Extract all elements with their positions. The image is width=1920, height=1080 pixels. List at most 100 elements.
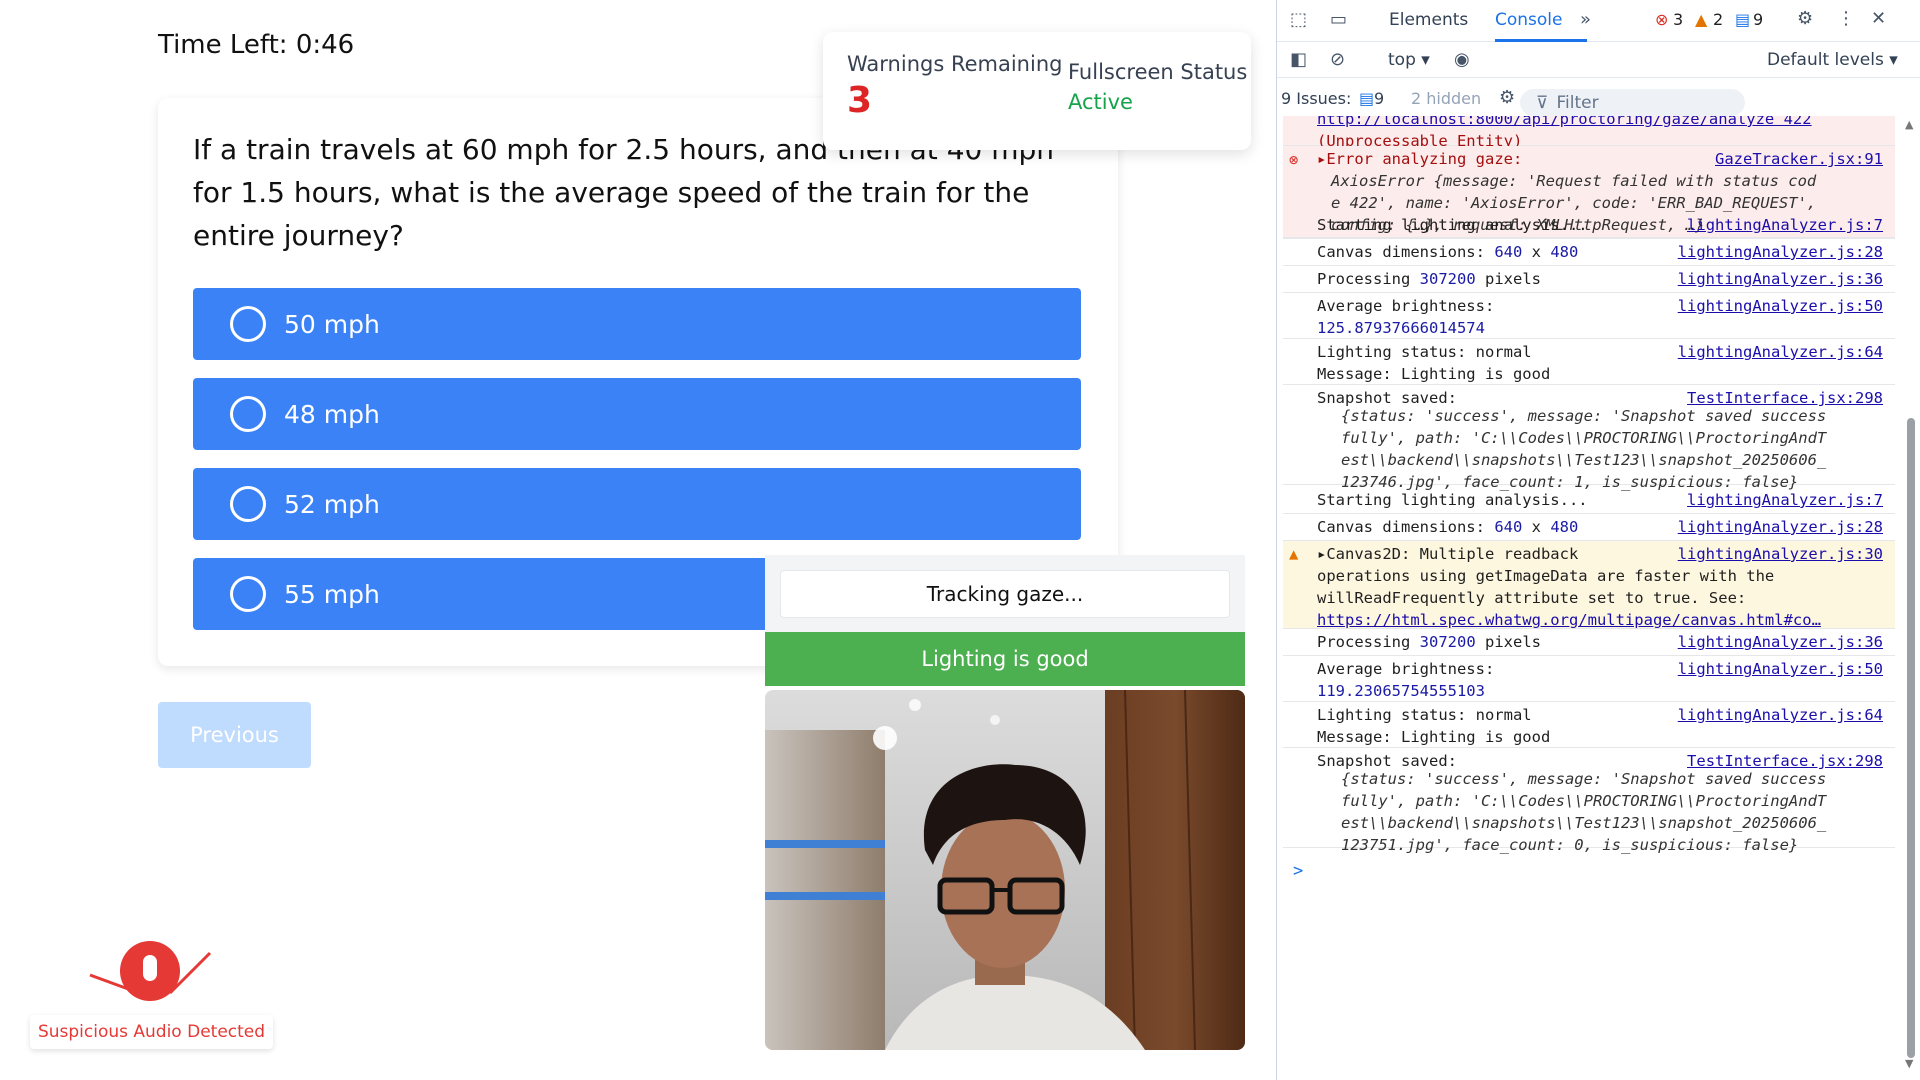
kebab-menu-icon[interactable]: ⋮	[1837, 9, 1855, 29]
expand-icon[interactable]: ▸	[1317, 545, 1326, 563]
source-link[interactable]: lightingAnalyzer.js:64	[1678, 704, 1883, 726]
chevron-down-icon: ▾	[1889, 50, 1898, 70]
message-number: 640	[1494, 518, 1523, 536]
object-preview: 123751.jpg', face_count: 0, is_suspiciou…	[1341, 836, 1799, 854]
message-text: Processing	[1317, 270, 1420, 288]
error-icon: ⊗	[1289, 151, 1299, 169]
radio-icon[interactable]	[230, 486, 266, 522]
message-number: 307200	[1419, 633, 1476, 651]
webcam-image	[765, 690, 1245, 1050]
radio-icon[interactable]	[230, 576, 266, 612]
option-50-mph[interactable]: 50 mph	[193, 288, 1081, 360]
source-link[interactable]: lightingAnalyzer.js:7	[1687, 214, 1883, 236]
log-levels-value: Default levels	[1767, 50, 1884, 70]
source-link[interactable]: lightingAnalyzer.js:36	[1678, 268, 1883, 290]
object-preview: est\\backend\\snapshots\\Test123\\snapsh…	[1341, 814, 1827, 832]
gaze-status: Tracking gaze...	[780, 570, 1230, 618]
error-count: 3	[1673, 10, 1684, 29]
source-link[interactable]: TestInterface.jsx:298	[1687, 387, 1883, 409]
message-text: Error analyzing gaze:	[1326, 150, 1523, 168]
device-toolbar-icon[interactable]: ▭	[1330, 10, 1347, 30]
message-text: Starting lighting analysis...	[1317, 216, 1588, 234]
console-prompt[interactable]: >	[1293, 860, 1303, 882]
console-message: Processing 307200 pixels lightingAnalyze…	[1283, 629, 1895, 656]
message-text: Canvas dimensions:	[1317, 518, 1495, 536]
console-scrollbar[interactable]: ▲ ▼	[1904, 118, 1918, 1070]
message-count-icon[interactable]: ▤	[1735, 10, 1750, 29]
source-link[interactable]: lightingAnalyzer.js:50	[1678, 295, 1883, 317]
console-message: Lighting status: normal Message: Lightin…	[1283, 339, 1895, 385]
radio-icon[interactable]	[230, 306, 266, 342]
close-devtools-icon[interactable]: ✕	[1871, 9, 1886, 29]
console-message: Lighting status: normal Message: Lightin…	[1283, 702, 1895, 748]
message-number: 307200	[1419, 270, 1476, 288]
log-levels-select[interactable]: Default levels ▾	[1767, 50, 1898, 70]
source-link[interactable]: lightingAnalyzer.js:7	[1687, 489, 1883, 511]
scroll-down-icon[interactable]: ▼	[1905, 1057, 1913, 1070]
spec-link[interactable]: https://html.spec.whatwg.org/multipage/c…	[1317, 609, 1885, 631]
fullscreen-status: Active	[1068, 90, 1133, 114]
request-url[interactable]: http://localhost:8000/api/proctoring/gaz…	[1317, 116, 1885, 130]
message-number: 480	[1550, 518, 1579, 536]
audio-alert-label: Suspicious Audio Detected	[30, 1015, 273, 1049]
message-number: 480	[1550, 243, 1579, 261]
audio-alert: Suspicious Audio Detected	[30, 935, 273, 1049]
previous-button[interactable]: Previous	[158, 702, 311, 768]
message-text: willReadFrequently attribute set to true…	[1317, 589, 1747, 607]
message-text: Canvas dimensions:	[1317, 243, 1495, 261]
issues-count[interactable]: 9	[1374, 89, 1384, 108]
radio-icon[interactable]	[230, 396, 266, 432]
scroll-thumb[interactable]	[1907, 418, 1915, 1058]
message-text: Processing	[1317, 633, 1420, 651]
source-link[interactable]: lightingAnalyzer.js:28	[1678, 241, 1883, 263]
warning-icon: ▲	[1289, 545, 1299, 563]
console-message: http://localhost:8000/api/proctoring/gaz…	[1283, 116, 1895, 150]
scroll-up-icon[interactable]: ▲	[1905, 118, 1913, 131]
source-link[interactable]: lightingAnalyzer.js:64	[1678, 341, 1883, 363]
tab-elements[interactable]: Elements	[1389, 10, 1468, 30]
context-select[interactable]: top ▾	[1388, 50, 1430, 70]
error-count-icon[interactable]: ⊗	[1655, 10, 1668, 29]
option-label: 52 mph	[284, 489, 380, 519]
message-text: x	[1522, 518, 1551, 536]
clear-console-icon[interactable]: ⊘	[1330, 50, 1345, 70]
warning-count-icon[interactable]: ▲	[1695, 10, 1707, 29]
option-label: 55 mph	[284, 579, 380, 609]
lighting-status: Lighting is good	[765, 632, 1245, 686]
sidebar-toggle-icon[interactable]: ◧	[1290, 50, 1307, 70]
webcam-feed	[765, 690, 1245, 1050]
option-52-mph[interactable]: 52 mph	[193, 468, 1081, 540]
settings-gear-icon[interactable]: ⚙	[1797, 9, 1813, 29]
inspect-element-icon[interactable]: ⬚	[1290, 10, 1307, 30]
source-link[interactable]: TestInterface.jsx:298	[1687, 750, 1883, 772]
source-link[interactable]: lightingAnalyzer.js:30	[1678, 543, 1883, 565]
console-message: Processing 307200 pixels lightingAnalyze…	[1283, 266, 1895, 293]
warnings-count: 3	[847, 80, 873, 121]
source-link[interactable]: lightingAnalyzer.js:36	[1678, 631, 1883, 653]
message-number: 119.23065754555103	[1317, 682, 1485, 700]
console-toolbar: ◧ ⊘ top ▾ ◉ ⊽ Filter Default levels ▾	[1277, 42, 1920, 116]
eye-icon[interactable]: ◉	[1454, 50, 1470, 70]
console-message: Starting lighting analysis... lightingAn…	[1283, 212, 1895, 239]
error-detail: e 422', name: 'AxiosError', code: 'ERR_B…	[1331, 194, 1817, 212]
message-text: Canvas2D: Multiple readback	[1326, 545, 1579, 563]
source-link[interactable]: lightingAnalyzer.js:50	[1678, 658, 1883, 680]
chevron-down-icon: ▾	[1421, 50, 1430, 70]
devtools-tabbar: ⬚ ▭ Elements Console » ⊗ 3 ▲ 2 ▤ 9 ⚙ ⋮ ✕	[1277, 0, 1920, 42]
source-link[interactable]: GazeTracker.jsx:91	[1715, 148, 1883, 170]
expand-icon[interactable]: ▸	[1317, 150, 1326, 168]
message-text: Message: Lighting is good	[1317, 728, 1551, 746]
devtools-panel: ⬚ ▭ Elements Console » ⊗ 3 ▲ 2 ▤ 9 ⚙ ⋮ ✕…	[1276, 0, 1920, 1080]
source-link[interactable]: lightingAnalyzer.js:28	[1678, 516, 1883, 538]
object-preview: fully', path: 'C:\\Codes\\PROCTORING\\Pr…	[1341, 429, 1827, 447]
message-number: 125.87937666014574	[1317, 319, 1485, 337]
warnings-label: Warnings Remaining	[847, 52, 1063, 76]
console-message: Canvas dimensions: 640 x 480 lightingAna…	[1283, 239, 1895, 266]
tab-console[interactable]: Console	[1495, 10, 1563, 30]
console-settings-icon[interactable]: ⚙	[1499, 88, 1515, 108]
more-tabs-icon[interactable]: »	[1580, 10, 1591, 30]
console-message: Canvas dimensions: 640 x 480 lightingAna…	[1283, 514, 1895, 541]
option-48-mph[interactable]: 48 mph	[193, 378, 1081, 450]
issues-message-icon[interactable]: ▤	[1359, 89, 1374, 108]
object-preview: fully', path: 'C:\\Codes\\PROCTORING\\Pr…	[1341, 792, 1827, 810]
